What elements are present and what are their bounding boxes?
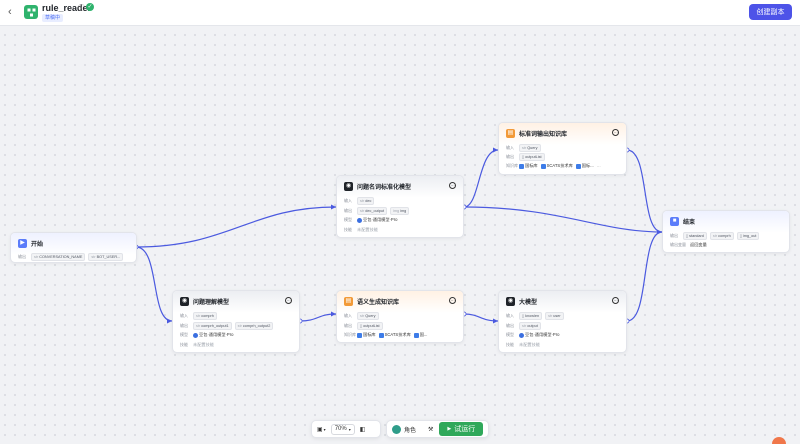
run-toolbar: 角色 ⚒ ▶ 试运行 <box>386 420 489 438</box>
start-icon: ▶ <box>18 239 27 248</box>
node-start-header: ▶ 开始 <box>11 233 136 255</box>
more-options-icon[interactable]: ⋯ <box>449 297 456 304</box>
zoom-select[interactable]: 70% ▾ <box>330 423 355 435</box>
node-term-model-header: ◉ 问题名词标准化模型 ⋯ <box>337 176 463 198</box>
kb-item: 国... <box>413 332 427 338</box>
output-var: strBOT_USER... <box>88 253 124 261</box>
output-var: stroutput <box>519 322 541 330</box>
node-end[interactable]: ■ 结束 输出 []standard strcomprh []img_out 输… <box>662 210 790 253</box>
edge-semkb-llm <box>463 313 499 322</box>
output-var: []img_out <box>736 232 760 240</box>
kb-item-icon <box>357 332 362 338</box>
node-llm-header: ◉ 大模型 ⋯ <box>499 291 626 313</box>
comment-icon[interactable]: ◧ <box>360 426 366 433</box>
edge-term-stdkb <box>463 149 499 208</box>
canvas-toolbar: ▣ ▾ 70% ▾ ◧ <box>311 420 381 438</box>
more-kb-icon[interactable]: ··· <box>597 164 601 169</box>
edge-llm-end <box>626 231 663 322</box>
output-var: strCONVERSATION_NAME <box>31 253 86 261</box>
output-var: strcomprh_output1 <box>193 322 232 330</box>
kb-item: SCATS技术库 <box>378 332 411 338</box>
node-end-header: ■ 结束 <box>663 211 789 233</box>
input-var: struser <box>545 312 564 320</box>
node-title: 问题理解模型 <box>193 300 230 306</box>
kb-item-icon <box>378 332 384 338</box>
node-term-model[interactable]: ◉ 问题名词标准化模型 ⋯ 输入 strdec 输出 strdec_output… <box>336 175 464 238</box>
output-var: strcomprh <box>709 232 734 240</box>
edge-term-end <box>463 206 663 233</box>
model-name: 豆包·通用模型·Pro <box>193 332 233 338</box>
node-title: 结束 <box>683 220 696 226</box>
node-title: 问题名词标准化模型 <box>357 185 412 191</box>
kb-item-icon <box>540 163 546 169</box>
edge-start-understand <box>135 246 173 322</box>
kb-item-icon <box>413 332 419 338</box>
node-start[interactable]: ▶ 开始 输出 strCONVERSATION_NAME strBOT_USER… <box>10 232 137 263</box>
input-var: strQuery <box>519 144 541 152</box>
model-name: 豆包·通用模型·Pro <box>357 217 397 223</box>
more-options-icon[interactable]: ⋯ <box>612 129 619 136</box>
kb-item: 国标... <box>575 163 594 169</box>
input-var: strdec <box>357 197 375 205</box>
kb-item: 国标库 <box>357 332 376 338</box>
node-title: 大模型 <box>519 300 538 306</box>
edge-understand-semkb <box>299 313 337 322</box>
node-start-outputs: 输出 strCONVERSATION_NAME strBOT_USER... <box>18 253 126 261</box>
node-title: 开始 <box>31 242 44 248</box>
reply-mode: 返回变量 <box>690 242 707 247</box>
node-understand-model-header: ◉ 问题理解模型 ⋯ <box>173 291 299 313</box>
end-icon: ■ <box>670 217 679 226</box>
input-var: strcomprh <box>193 312 217 320</box>
test-run-button[interactable]: ▶ 试运行 <box>439 422 484 436</box>
input-var: []knowlen <box>519 312 543 320</box>
output-var: []standard <box>683 232 707 240</box>
minimap-icon[interactable]: ▣ ▾ <box>317 426 326 433</box>
llm-icon: ◉ <box>506 297 515 306</box>
skill-value: 未配置技能 <box>357 227 378 232</box>
kb-item-icon <box>519 163 524 169</box>
model-icon <box>357 217 362 223</box>
model-name: 豆包·通用模型·Pro <box>519 332 559 338</box>
model-icon <box>519 332 524 338</box>
role-avatar-icon <box>392 424 401 434</box>
more-options-icon[interactable]: ⋯ <box>285 297 292 304</box>
kb-item-icon <box>575 163 581 169</box>
node-standard-kb[interactable]: ▤ 标准词输出知识库 ⋯ 输入 strQuery 输出 []outputList… <box>498 122 627 175</box>
edge-start-term <box>135 206 337 248</box>
node-understand-model[interactable]: ◉ 问题理解模型 ⋯ 输入 strcomprh 输出 strcomprh_out… <box>172 290 300 353</box>
knowledge-base-icon: ▤ <box>506 129 515 138</box>
node-title: 标准词输出知识库 <box>519 132 568 138</box>
role-selector[interactable]: 角色 <box>392 424 416 434</box>
output-var: strdec_output <box>357 207 388 215</box>
edge-stdkb-end <box>626 149 663 233</box>
more-options-icon[interactable]: ⋯ <box>449 182 456 189</box>
output-var: []outputList <box>357 322 383 330</box>
node-semantic-kb[interactable]: ▤ 语义生成知识库 ⋯ 输入 strQuery 输出 []outputList … <box>336 290 464 343</box>
kb-item: 国标库 <box>519 163 538 169</box>
node-title: 语义生成知识库 <box>357 300 400 306</box>
output-var: imgimg <box>390 207 410 215</box>
play-icon: ▶ <box>447 426 452 432</box>
llm-icon: ◉ <box>180 297 189 306</box>
llm-icon: ◉ <box>344 182 353 191</box>
knowledge-base-icon: ▤ <box>344 297 353 306</box>
node-llm[interactable]: ◉ 大模型 ⋯ 输入 []knowlen struser 输出 stroutpu… <box>498 290 627 353</box>
output-var: strcomprh_output2 <box>234 322 274 330</box>
output-var: []outputList <box>519 153 545 161</box>
node-standard-kb-header: ▤ 标准词输出知识库 ⋯ <box>499 123 626 145</box>
kb-item: SCATS技术库 <box>540 163 573 169</box>
more-options-icon[interactable]: ⋯ <box>612 297 619 304</box>
skill-value: 未配置技能 <box>519 342 540 347</box>
debug-tool-icon[interactable]: ⚒ <box>428 426 433 433</box>
input-var: strQuery <box>357 312 379 320</box>
skill-value: 未配置技能 <box>193 342 214 347</box>
model-icon <box>193 332 198 338</box>
assistant-avatar-icon[interactable] <box>772 437 786 444</box>
node-semantic-kb-header: ▤ 语义生成知识库 ⋯ <box>337 291 463 313</box>
